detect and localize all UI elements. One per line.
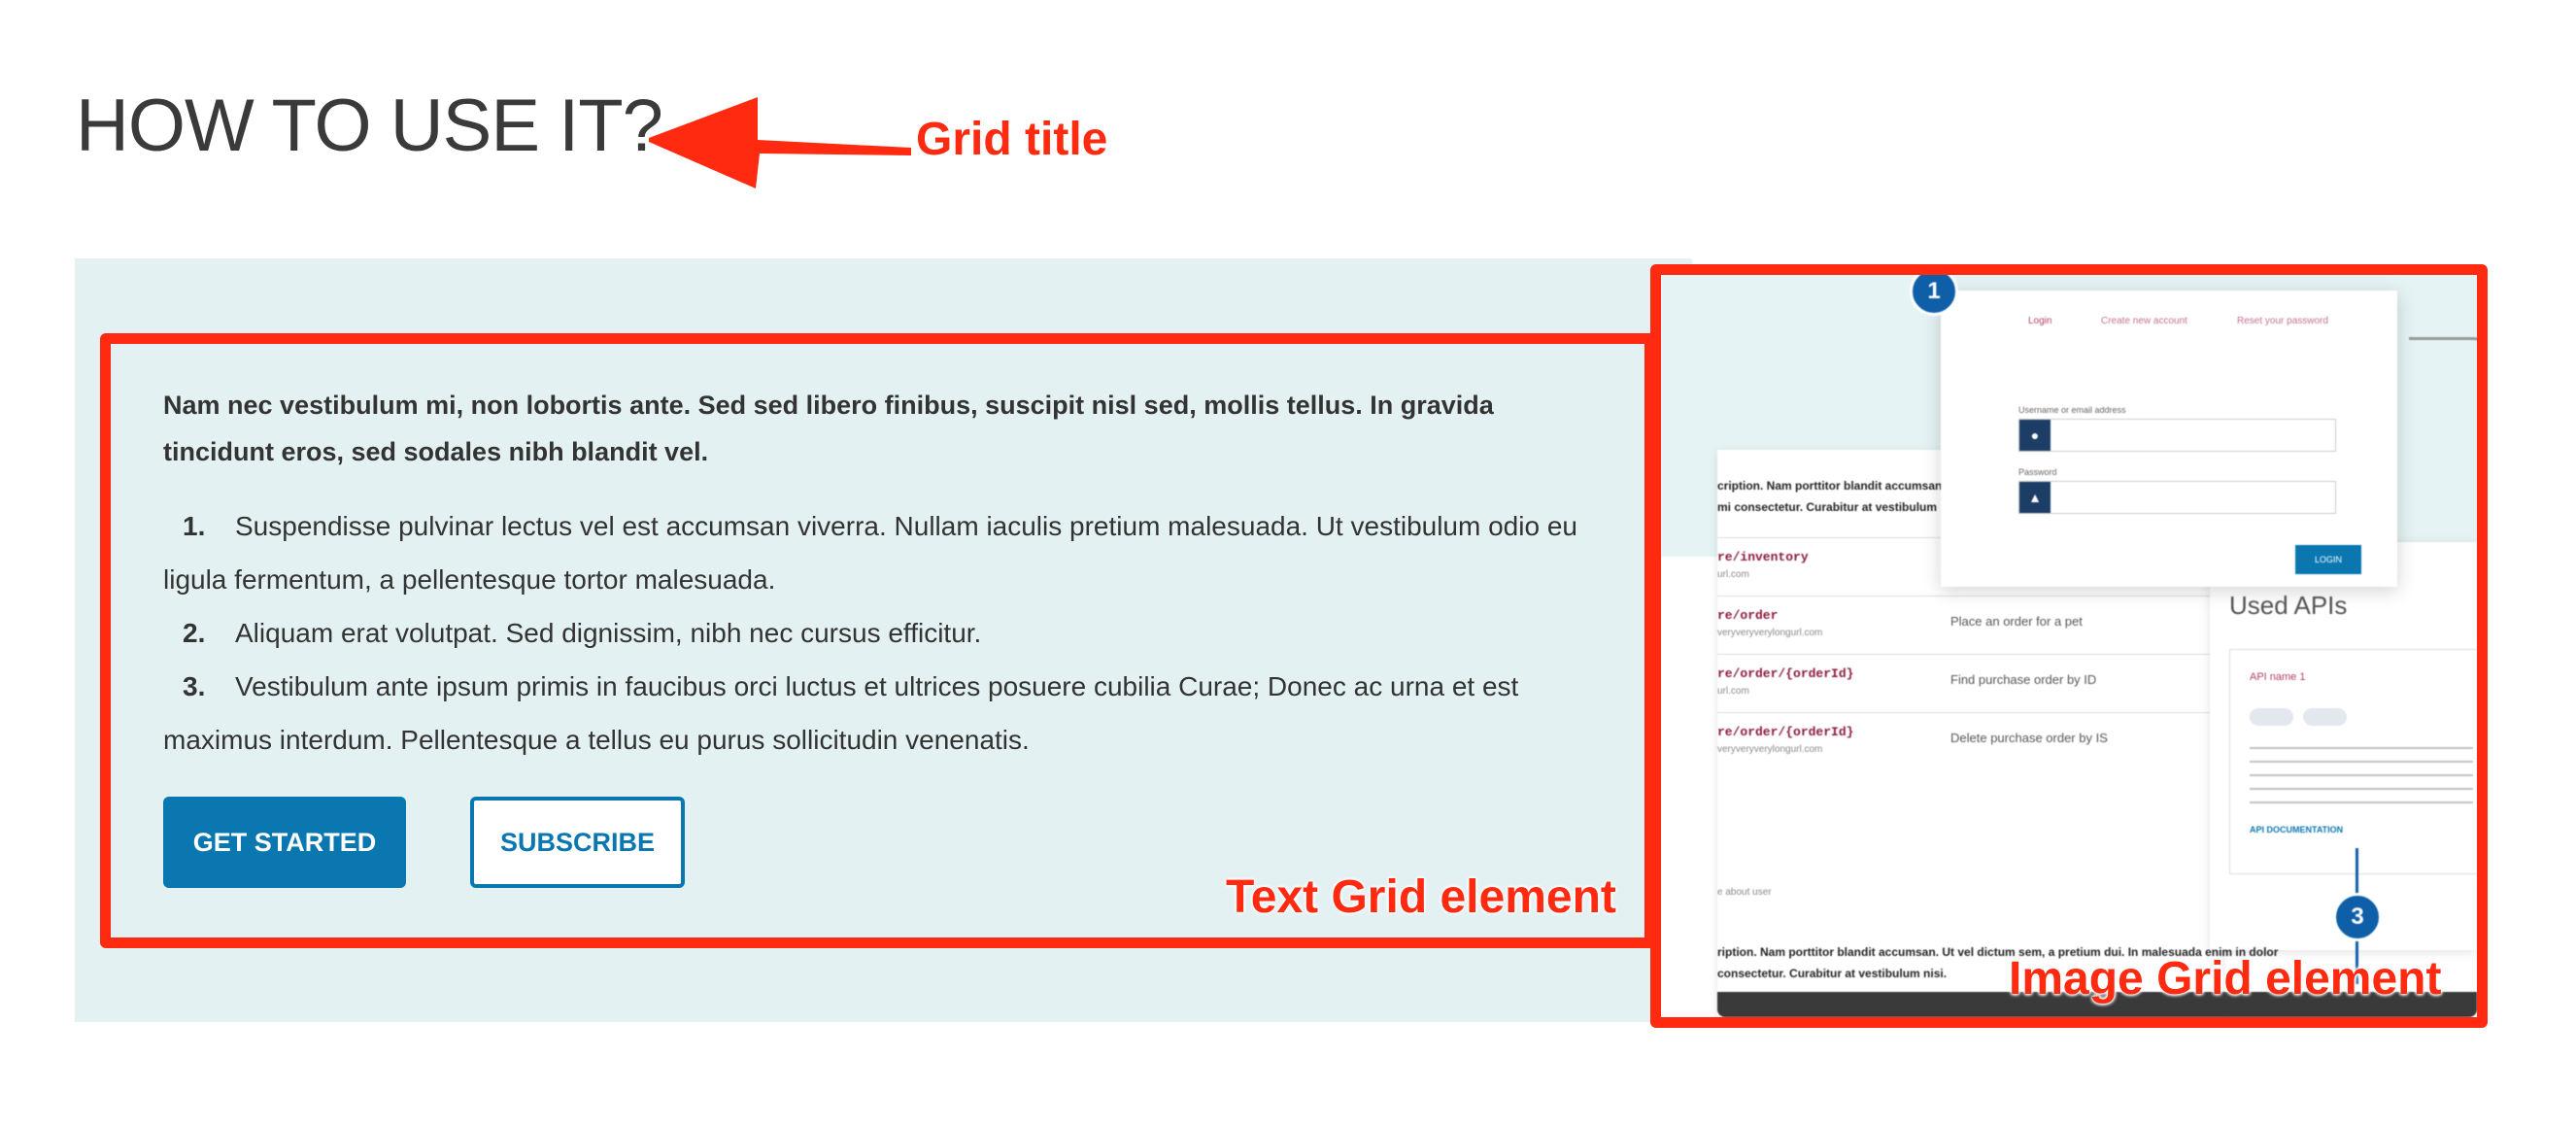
- mock-username-label: Username or email address: [2018, 405, 2126, 415]
- mock-login-dialog: Login Create new account Reset your pass…: [1941, 290, 2397, 587]
- product-screenshot: cription. Nam porttitor blandit accumsan…: [1661, 275, 2477, 1017]
- step-text: Suspendisse pulvinar lectus vel est accu…: [163, 511, 1577, 595]
- steps-list: 1. Suspendisse pulvinar lectus vel est ac…: [163, 499, 1591, 767]
- grid-title: HOW TO USE IT?: [76, 85, 663, 167]
- mock-endpoint-desc: Delete purchase order by IS: [1950, 731, 2108, 745]
- step-text: Vestibulum ante ipsum primis in faucibus…: [163, 671, 1519, 755]
- intro-text: Nam nec vestibulum mi, non lobortis ante…: [163, 391, 1494, 466]
- mock-endpoint-desc: Find purchase order by ID: [1950, 672, 2097, 687]
- mock-used-apis-title: Used APIs: [2229, 591, 2348, 620]
- mock-table-row: re/order/{orderId} veryveryverylongurl.c…: [1717, 712, 2222, 769]
- subscribe-button[interactable]: SUBSCRIBE: [470, 797, 685, 888]
- annotation-grid-title: Grid title: [916, 114, 1108, 165]
- mock-used-apis-panel: Used APIs API name 1 API DOCUMENTATION: [2210, 542, 2477, 950]
- step-text: Aliquam erat volutpat. Sed dignissim, ni…: [235, 618, 982, 648]
- mock-description: cription. Nam porttitor blandit accumsan: [1717, 479, 1943, 493]
- step-number: 2.: [183, 618, 206, 648]
- mock-api-description-lines: [2250, 747, 2473, 805]
- mock-endpoint-url: veryveryverylongurl.com: [1717, 628, 1823, 638]
- mock-tab-login: Login: [2028, 316, 2052, 326]
- mock-endpoint-path: re/inventory: [1717, 550, 1809, 564]
- mock-table-row: re/order/{orderId} url.com Find purchase…: [1717, 654, 2222, 711]
- mock-description: mi consectetur. Curabitur at vestibulum: [1717, 500, 1938, 514]
- mock-api-name: API name 1: [2250, 671, 2306, 683]
- get-started-button[interactable]: GET STARTED: [163, 797, 406, 888]
- mock-api-card: API name 1 API DOCUMENTATION: [2229, 649, 2477, 874]
- mock-step-badge-3: 3: [2333, 893, 2382, 941]
- mock-tab-create: Create new account: [2101, 316, 2187, 326]
- mock-endpoint-desc: Place an order for a pet: [1950, 614, 2083, 629]
- mock-password-field: ▲: [2018, 481, 2336, 514]
- mock-bottom-description: consectetur. Curabitur at vestibulum nis…: [1717, 967, 1948, 980]
- mock-endpoint-path: re/order/{orderId}: [1717, 725, 1854, 739]
- mock-login-button: LOGIN: [2295, 545, 2361, 574]
- mock-endpoint-url: veryveryverylongurl.com: [1717, 744, 1823, 755]
- mock-tab-reset: Reset your password: [2237, 316, 2328, 326]
- mock-endpoint-url: url.com: [1717, 569, 1749, 580]
- mock-step-badge-1: 1: [1910, 275, 1958, 316]
- list-item: 1. Suspendisse pulvinar lectus vel est ac…: [163, 499, 1591, 606]
- mock-table-row: re/order veryveryverylongurl.com Place a…: [1717, 596, 2222, 653]
- annotation-image-grid: Image Grid element: [2009, 953, 2442, 1005]
- mock-username-field: ●: [2018, 419, 2336, 452]
- step-number: 3.: [183, 671, 206, 701]
- mock-about-text: e about user: [1717, 887, 1772, 898]
- lock-icon: ▲: [2019, 482, 2051, 513]
- annotation-text-grid: Text Grid element: [1226, 871, 1616, 923]
- mock-endpoint-url: url.com: [1717, 686, 1749, 697]
- mock-api-doc-link: API DOCUMENTATION: [2250, 825, 2344, 835]
- mock-endpoint-path: re/order/{orderId}: [1717, 666, 1854, 681]
- mock-tag-pill: [2250, 708, 2293, 726]
- annotation-arrow-icon: [649, 97, 911, 188]
- user-icon: ●: [2019, 420, 2051, 451]
- mock-endpoint-path: re/order: [1717, 608, 1779, 623]
- step-number: 1.: [183, 511, 206, 541]
- list-item: 3. Vestibulum ante ipsum primis in faucib…: [163, 660, 1591, 767]
- mock-tag-pill: [2303, 708, 2347, 726]
- list-item: 2. Aliquam erat volutpat. Sed dignissim, …: [163, 606, 1591, 660]
- mock-password-label: Password: [2018, 467, 2057, 477]
- mock-connector-line: [2409, 337, 2477, 554]
- image-grid-element: cription. Nam porttitor blandit accumsan…: [1650, 264, 2488, 1028]
